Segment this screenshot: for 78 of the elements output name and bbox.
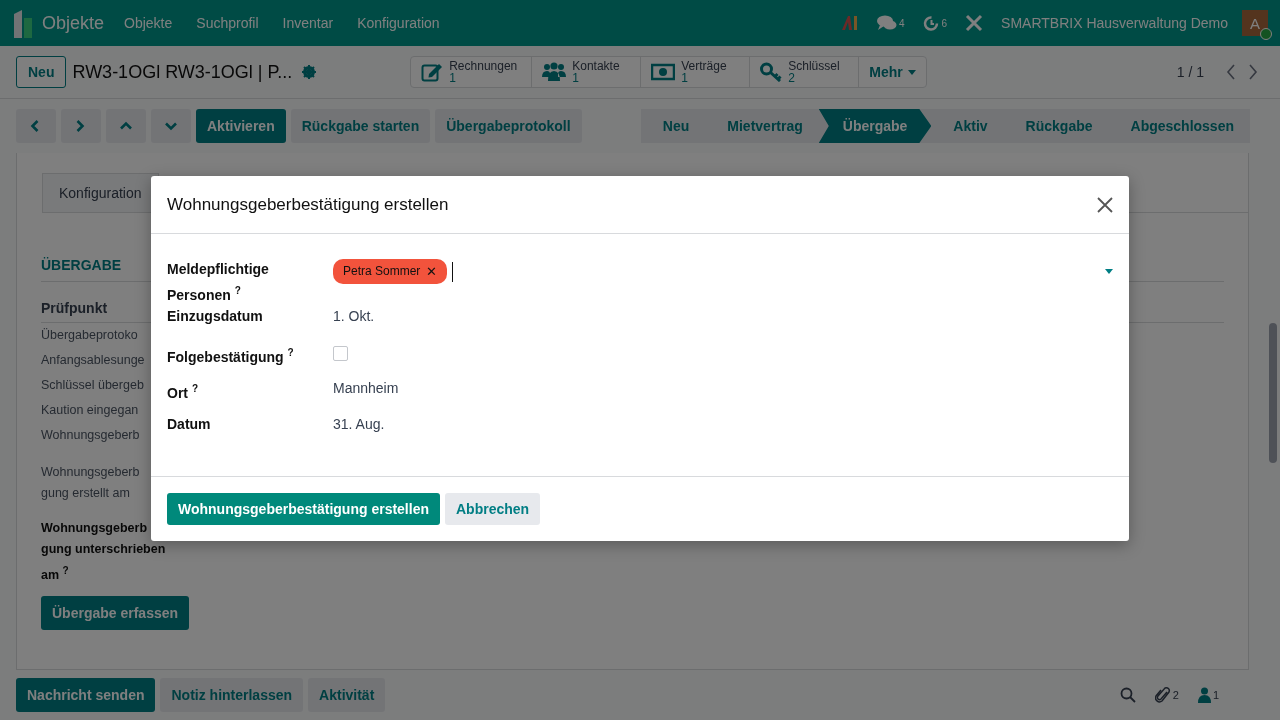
table-cell-text: Kaution eingegan <box>41 402 139 419</box>
down-button[interactable] <box>151 109 191 143</box>
banknote-icon <box>651 63 676 81</box>
chat-icon[interactable] <box>876 15 897 31</box>
smart-button[interactable]: Rechnungen 1 <box>411 57 533 87</box>
capture-button[interactable]: Übergabe erfassen <box>41 596 190 631</box>
company-name[interactable]: SMARTBRIX Hausverwaltung Demo <box>1001 15 1228 31</box>
next-button[interactable] <box>61 109 101 143</box>
previous-button[interactable] <box>16 109 56 143</box>
menu-item[interactable]: Suchprofil <box>196 15 259 31</box>
field-value: 1. Okt. <box>333 306 376 326</box>
chatter-button[interactable]: Aktivität <box>308 678 386 712</box>
table-cell-text: Anfangsablesunge <box>41 352 145 369</box>
status-stage[interactable]: Rückgabe <box>1003 109 1109 143</box>
dialog-title: Wohnungsgeberbestätigung erstellen <box>167 194 449 215</box>
breadcrumb-title: RW3-1OGl RW3-1OGl | P... <box>72 61 293 83</box>
close-icon[interactable] <box>1097 196 1113 213</box>
key-icon <box>760 62 783 82</box>
more-button[interactable]: Mehr <box>859 57 926 87</box>
status-stage[interactable]: Mietvertrag <box>705 109 819 143</box>
activity-count: 6 <box>941 17 948 29</box>
dropdown-caret-icon[interactable] <box>1105 269 1113 274</box>
tools-icon[interactable] <box>965 14 984 32</box>
field-value: 31. Aug. <box>333 414 386 434</box>
menu-item[interactable]: Objekte <box>124 15 173 31</box>
pager: 1 / 1 <box>1176 64 1204 80</box>
field-label: Datum <box>167 414 212 434</box>
app-name[interactable]: Objekte <box>42 12 105 34</box>
status-stage[interactable]: Neu <box>640 109 706 143</box>
message-count: 4 <box>898 17 905 29</box>
right-chevron-icon <box>75 120 87 132</box>
smart-button[interactable]: Kontakte 1 <box>532 57 642 87</box>
up-chevron-icon <box>120 120 132 132</box>
next-icon[interactable] <box>1248 64 1258 80</box>
chatter-button[interactable]: Nachricht senden <box>16 678 156 712</box>
form-tab[interactable]: Konfiguration <box>42 173 159 212</box>
field-label: Wohnungsgeberb gung unterschrieben am $^{?}$ <box>41 520 166 585</box>
person-tag[interactable]: Petra Sommer ✕ <box>333 259 448 284</box>
action-button[interactable]: Übergabeprotokoll <box>435 109 582 143</box>
table-cell-text: Wohnungsgeberb <box>41 427 140 444</box>
ai-icon[interactable] <box>840 15 859 31</box>
edit-icon <box>421 62 444 82</box>
settings-icon[interactable] <box>302 65 317 79</box>
building-logo-icon[interactable] <box>12 8 34 38</box>
field-label: Einzugsdatum <box>167 306 264 326</box>
smart-button[interactable]: Verträge 1 <box>641 57 751 87</box>
field-label: Wohnungsgeberb gung erstellt am <box>41 464 140 502</box>
paperclip-icon[interactable] <box>1154 686 1171 704</box>
attachment-count: 2 <box>1172 689 1179 701</box>
field-value: Mannheim <box>333 378 400 398</box>
users-icon <box>542 62 567 82</box>
dialog-button[interactable]: Wohnungsgeberbestätigung erstellen <box>167 492 440 525</box>
smart-button[interactable]: Schlüssel 2 <box>750 57 860 87</box>
table-cell-text: Übergabeprotoko <box>41 327 138 344</box>
checkbox[interactable] <box>333 345 348 361</box>
field-label: Ort $^{?}$ <box>167 381 199 403</box>
dialog-button[interactable]: Abbrechen <box>445 492 541 525</box>
follower-count: 1 <box>1212 689 1219 701</box>
new-button[interactable]: Neu <box>16 56 67 88</box>
menu-item[interactable]: Inventar <box>282 15 334 31</box>
action-button[interactable]: Rückgabe starten <box>290 109 431 143</box>
status-stage[interactable]: Abgeschlossen <box>1108 109 1250 143</box>
up-button[interactable] <box>106 109 146 143</box>
field-label: Folgebestätigung $^{?}$ <box>167 345 295 367</box>
menu-item[interactable]: Konfiguration <box>357 15 440 31</box>
search-icon[interactable] <box>1119 687 1136 703</box>
previous-icon[interactable] <box>1226 64 1236 80</box>
status-stage[interactable]: Übergabe <box>818 109 932 143</box>
caret-icon <box>907 69 916 75</box>
table-cell-text: Schlüssel übergeb <box>41 377 144 394</box>
person-icon[interactable] <box>1197 687 1211 703</box>
chatter-button[interactable]: Notiz hinterlassen <box>160 678 304 712</box>
status-stage[interactable]: Aktiv <box>931 109 1004 143</box>
tags-field[interactable]: Petra Sommer ✕ <box>333 259 1113 284</box>
action-button[interactable]: Aktivieren <box>196 109 286 143</box>
down-chevron-icon <box>165 120 177 132</box>
clock-icon[interactable] <box>922 14 940 32</box>
scrollbar-thumb[interactable] <box>1269 323 1277 463</box>
